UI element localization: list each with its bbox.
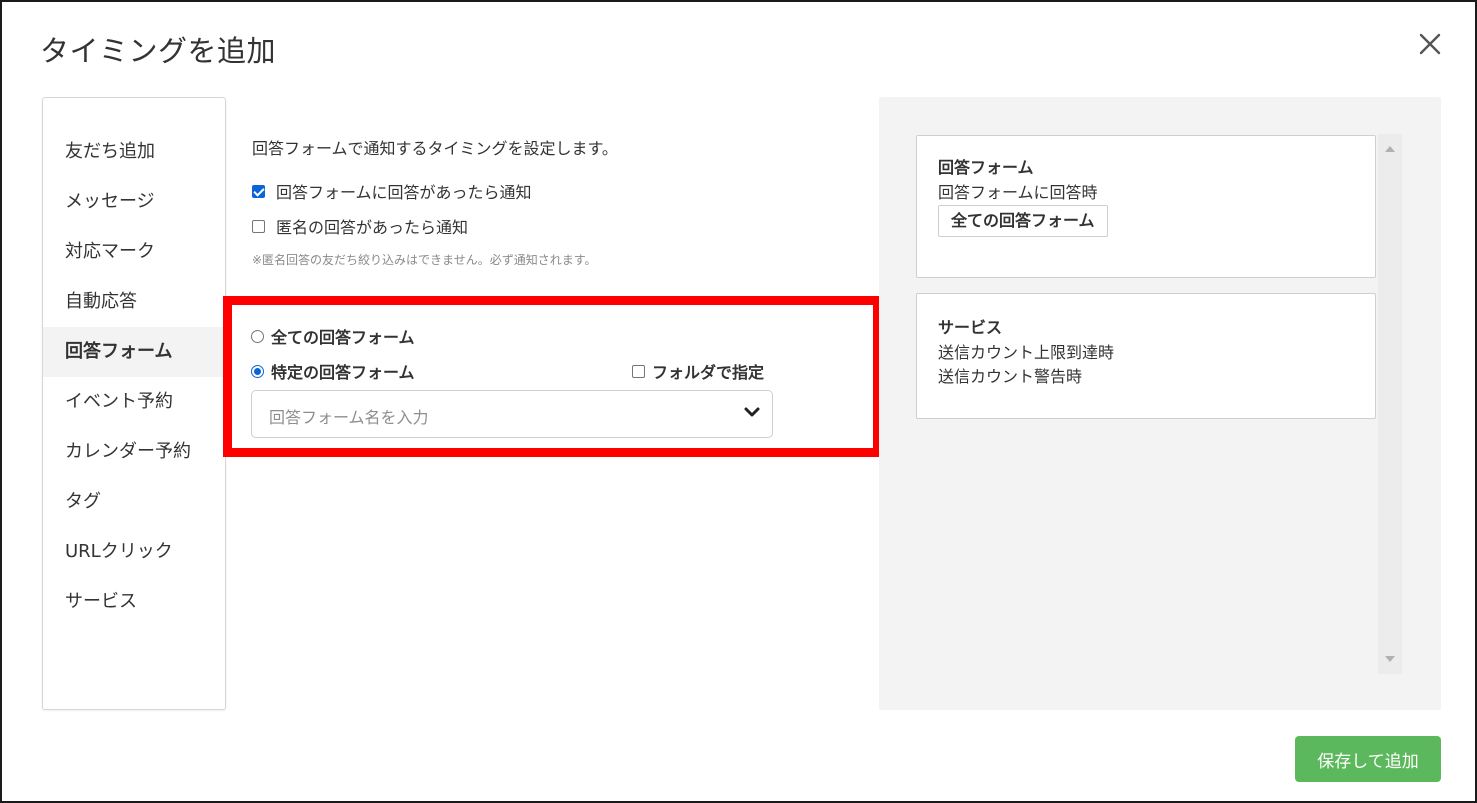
preview-scrollbar[interactable] <box>1378 134 1402 674</box>
save-and-add-button[interactable]: 保存して追加 <box>1295 736 1441 782</box>
sidebar-item-url-click[interactable]: URLクリック <box>43 527 225 577</box>
card-line: 送信カウント警告時 <box>938 367 1083 386</box>
category-sidebar: 友だち追加 メッセージ 対応マーク 自動応答 回答フォーム イベント予約 カレン… <box>42 97 226 710</box>
sidebar-item-answer-form[interactable]: 回答フォーム <box>43 327 225 377</box>
checkbox-unchecked-icon <box>252 219 265 233</box>
sidebar-item-event-booking[interactable]: イベント予約 <box>43 377 225 427</box>
radio-selected-icon <box>251 364 264 378</box>
notify-on-answer-label: 回答フォームに回答があったら通知 <box>276 183 532 202</box>
settings-panel: 回答フォームで通知するタイミングを設定します。 回答フォームに回答があったら通知… <box>223 97 882 710</box>
sidebar-item-response-mark[interactable]: 対応マーク <box>43 227 225 277</box>
settings-description: 回答フォームで通知するタイミングを設定します。 <box>252 139 618 158</box>
all-forms-label: 全ての回答フォーム <box>271 328 415 347</box>
close-icon-svg <box>1419 33 1441 55</box>
chevron-down-icon <box>744 407 760 417</box>
close-icon[interactable] <box>1415 29 1445 59</box>
notify-on-anonymous-label: 匿名の回答があったら通知 <box>276 218 469 237</box>
folder-filter-checkbox[interactable]: フォルダで指定 <box>632 359 764 383</box>
sidebar-item-calendar-booking[interactable]: カレンダー予約 <box>43 427 225 477</box>
card-title: 回答フォーム <box>938 158 1034 177</box>
card-title: サービス <box>938 318 1003 337</box>
specific-form-label: 特定の回答フォーム <box>271 363 415 382</box>
checkbox-unchecked-icon <box>632 364 645 378</box>
card-tag: 全ての回答フォーム <box>938 205 1108 237</box>
scroll-up-icon[interactable] <box>1384 144 1396 154</box>
sidebar-item-service[interactable]: サービス <box>43 577 225 627</box>
anonymous-note: ※匿名回答の友だち絞り込みはできません。必ず通知されます。 <box>252 253 597 267</box>
folder-filter-label: フォルダで指定 <box>652 363 765 382</box>
sidebar-item-auto-reply[interactable]: 自動応答 <box>43 277 225 327</box>
card-line: 送信カウント上限到達時 <box>938 343 1115 362</box>
sidebar-item-friend-add[interactable]: 友だち追加 <box>43 127 225 177</box>
sidebar-item-message[interactable]: メッセージ <box>43 177 225 227</box>
specific-form-radio[interactable]: 特定の回答フォーム <box>251 359 415 383</box>
card-line: 回答フォームに回答時 <box>938 183 1098 202</box>
dialog-frame: タイミングを追加 友だち追加 メッセージ 対応マーク 自動応答 回答フォーム イ… <box>0 0 1477 803</box>
preview-card-answer-form: 回答フォーム 回答フォームに回答時 全ての回答フォーム <box>916 135 1376 278</box>
sidebar-item-tag[interactable]: タグ <box>43 477 225 527</box>
radio-unselected-icon <box>251 329 264 343</box>
preview-card-service: サービス 送信カウント上限到達時 送信カウント警告時 <box>916 293 1376 419</box>
dialog-title: タイミングを追加 <box>40 34 277 68</box>
form-name-placeholder: 回答フォーム名を入力 <box>269 408 429 427</box>
all-forms-radio[interactable]: 全ての回答フォーム <box>251 324 415 348</box>
scroll-down-icon[interactable] <box>1384 654 1396 664</box>
notify-on-answer-checkbox[interactable]: 回答フォームに回答があったら通知 <box>252 179 532 203</box>
form-name-select[interactable]: 回答フォーム名を入力 <box>251 390 773 438</box>
notify-on-anonymous-checkbox[interactable]: 匿名の回答があったら通知 <box>252 214 468 238</box>
checkbox-checked-icon <box>252 184 265 198</box>
